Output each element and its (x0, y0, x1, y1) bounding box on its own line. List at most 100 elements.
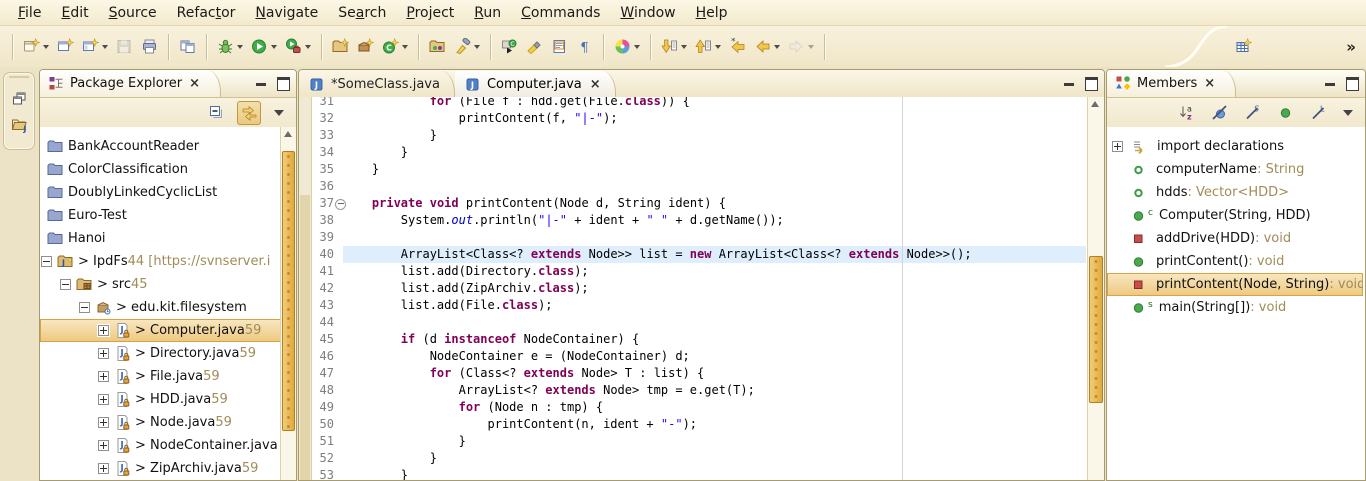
tree-item-ipdfs[interactable]: J> IpdFs 44 [https://svnserver.i (40, 250, 281, 273)
member-item-import-declarations[interactable]: import declarations (1107, 135, 1363, 158)
menu-search[interactable]: Search (328, 3, 396, 23)
print-button[interactable] (137, 33, 162, 61)
line-number-ruler[interactable]: 3132333435363738394041424344454647484950… (312, 97, 343, 480)
back-button[interactable] (750, 33, 784, 61)
editor-tab-someclass[interactable]: J *SomeClass.java (299, 71, 455, 97)
next-annotation-dropdown-icon[interactable] (681, 45, 687, 49)
scroll-thumb[interactable] (1089, 256, 1103, 403)
tree-item-doublylinkedcycliclist[interactable]: DoublyLinkedCyclicList (40, 181, 281, 204)
menu-commands[interactable]: Commands (511, 3, 610, 23)
view-menu-icon[interactable] (274, 110, 284, 116)
expand-icon[interactable] (98, 394, 109, 405)
annotation-ruler[interactable] (299, 97, 312, 480)
debug-button[interactable] (213, 33, 247, 61)
close-icon[interactable]: × (189, 76, 200, 91)
external-tools-button[interactable] (281, 33, 315, 61)
minimize-icon[interactable] (256, 83, 266, 86)
close-icon[interactable]: × (590, 77, 601, 92)
show-whitespace-button[interactable]: ¶ (572, 33, 597, 61)
maximize-icon[interactable] (1346, 77, 1359, 91)
forward-button[interactable] (784, 33, 818, 61)
fast-view-handle[interactable] (9, 76, 29, 83)
forward-dropdown-icon[interactable] (808, 45, 814, 49)
show-selected-element-button[interactable] (547, 33, 572, 61)
minimize-icon[interactable] (1064, 83, 1074, 86)
maximize-icon[interactable] (277, 77, 290, 91)
menu-run[interactable]: Run (464, 3, 511, 23)
new-wizard-button[interactable] (19, 33, 53, 61)
member-item-computername[interactable]: computerName : String (1107, 158, 1363, 181)
member-item-adddrive-hdd[interactable]: addDrive(HDD) : void (1107, 227, 1363, 250)
new-wizard-dropdown-icon[interactable] (43, 45, 49, 49)
expand-icon[interactable] (98, 325, 109, 336)
package-explorer-scrollbar[interactable] (280, 127, 296, 480)
menu-refactor[interactable]: Refactor (167, 3, 246, 23)
tree-item-file-java[interactable]: J> File.java 59 (40, 365, 281, 388)
scroll-up-icon[interactable] (284, 131, 292, 137)
member-item-printcontent-node-string[interactable]: printContent(Node, String) : void (1107, 273, 1363, 296)
previous-annotation-dropdown-icon[interactable] (715, 45, 721, 49)
filter-static-button[interactable]: S (1240, 101, 1264, 125)
collapse-icon[interactable] (41, 256, 52, 267)
collapse-all-button[interactable] (204, 101, 228, 125)
collapse-icon[interactable] (60, 279, 71, 290)
new-view-dropdown-icon[interactable] (102, 45, 108, 49)
members-tab[interactable]: Members × (1107, 70, 1236, 97)
menu-navigate[interactable]: Navigate (245, 3, 328, 23)
highlighter-button[interactable] (522, 33, 547, 61)
new-class-button[interactable]: C (378, 33, 412, 61)
tree-item-ziparchiv-java[interactable]: J> ZipArchiv.java 59 (40, 457, 281, 480)
save-button[interactable] (112, 33, 137, 61)
filter-local-types-button[interactable]: L (1306, 101, 1330, 125)
member-item-main-string[interactable]: smain(String[]) : void (1107, 296, 1363, 319)
color-wheel-dropdown-icon[interactable] (634, 45, 640, 49)
collapse-icon[interactable] (79, 302, 90, 313)
expand-icon[interactable] (98, 440, 109, 451)
tree-item-edu-kit-filesystem[interactable]: > edu.kit.filesystem (40, 296, 281, 319)
last-edit-location-button[interactable]: * (725, 33, 750, 61)
search-dropdown-icon[interactable] (474, 45, 480, 49)
open-type-button[interactable] (425, 33, 450, 61)
restore-view-button[interactable] (8, 87, 30, 109)
color-wheel-button[interactable] (610, 33, 644, 61)
sort-button[interactable]: az (1174, 101, 1198, 125)
show-public-button[interactable] (1273, 101, 1297, 125)
expand-icon[interactable] (98, 371, 109, 382)
view-menu-icon[interactable] (1343, 110, 1353, 116)
package-explorer-tab[interactable]: Package Explorer × (40, 70, 221, 97)
tree-item-euro-test[interactable]: Euro-Test (40, 204, 281, 227)
maximize-icon[interactable] (1085, 77, 1098, 91)
expand-icon[interactable] (1112, 141, 1123, 152)
tree-item-directory-java[interactable]: J> Directory.java 59 (40, 342, 281, 365)
new-table-button[interactable] (1231, 33, 1256, 61)
filter-fields-button[interactable] (1207, 101, 1231, 125)
tree-item-computer-java[interactable]: J> Computer.java 59 (40, 319, 281, 342)
menu-window[interactable]: Window (610, 3, 685, 23)
tree-item-src[interactable]: > src 45 (40, 273, 281, 296)
search-button[interactable] (450, 33, 484, 61)
member-item-computer-string-hdd[interactable]: cComputer(String, HDD) (1107, 204, 1363, 227)
expand-icon[interactable] (98, 348, 109, 359)
new-project-button[interactable] (53, 33, 78, 61)
scroll-up-icon[interactable] (1091, 101, 1099, 107)
expand-icon[interactable] (98, 417, 109, 428)
back-dropdown-icon[interactable] (774, 45, 780, 49)
scroll-thumb[interactable] (282, 151, 295, 431)
external-tools-dropdown-icon[interactable] (305, 45, 311, 49)
new-view-button[interactable] (78, 33, 112, 61)
previous-annotation-button[interactable] (691, 33, 725, 61)
copy-windows-button[interactable] (175, 33, 200, 61)
run-applet-button[interactable]: C (497, 33, 522, 61)
menu-project[interactable]: Project (396, 3, 464, 23)
menu-file[interactable]: File (8, 3, 51, 23)
debug-dropdown-icon[interactable] (237, 45, 243, 49)
open-folder-java-button[interactable]: J (8, 113, 30, 135)
tree-item-hdd-java[interactable]: J> HDD.java 59 (40, 388, 281, 411)
editor-tab-computer[interactable]: J Computer.java × (455, 71, 616, 97)
tree-item-bankaccountreader[interactable]: BankAccountReader (40, 135, 281, 158)
tree-item-hanoi[interactable]: Hanoi (40, 227, 281, 250)
member-item-printcontent[interactable]: printContent() : void (1107, 250, 1363, 273)
menu-edit[interactable]: Edit (51, 3, 98, 23)
expand-icon[interactable] (98, 463, 109, 474)
close-icon[interactable]: × (1204, 76, 1215, 91)
